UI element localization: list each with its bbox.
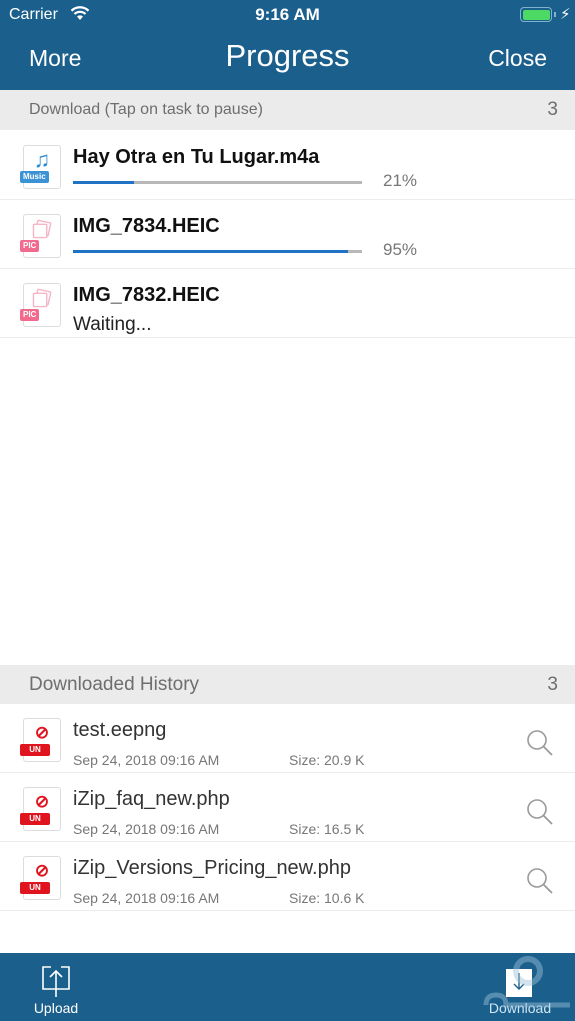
picture-icon [32, 288, 52, 308]
download-task-row[interactable]: PIC IMG_7834.HEIC 95% [0, 200, 575, 269]
file-type-badge: UN [20, 882, 50, 894]
search-icon[interactable] [525, 797, 555, 827]
download-label: Download [488, 1000, 552, 1016]
file-type-badge: UN [20, 813, 50, 825]
picture-file-icon: PIC [20, 283, 61, 327]
battery-level [522, 9, 550, 20]
search-icon[interactable] [525, 728, 555, 758]
history-section-count: 3 [547, 674, 558, 695]
bottom-toolbar: Upload Download [0, 953, 575, 1021]
history-section-label: Downloaded History [29, 674, 200, 695]
music-file-icon: ♫ Music [20, 145, 61, 189]
file-date: Sep 24, 2018 09:16 AM [73, 752, 220, 768]
history-row[interactable]: ⊘ UN test.eepng Sep 24, 2018 09:16 AM Si… [0, 704, 575, 773]
file-date: Sep 24, 2018 09:16 AM [73, 821, 220, 837]
status-bar: Carrier 9:16 AM ⚡︎ [0, 0, 575, 30]
prohibited-icon: ⊘ [34, 723, 50, 742]
file-date: Sep 24, 2018 09:16 AM [73, 890, 220, 906]
download-task-row[interactable]: PIC IMG_7832.HEIC Waiting... [0, 269, 575, 338]
picture-icon [32, 219, 52, 239]
file-size: Size: 10.6 K [289, 890, 365, 906]
history-section-header: Downloaded History 3 [0, 665, 575, 704]
close-button[interactable]: Close [488, 45, 547, 72]
file-size: Size: 20.9 K [289, 752, 365, 768]
charging-icon: ⚡︎ [560, 6, 571, 23]
prohibited-icon: ⊘ [34, 861, 50, 880]
battery-icon [520, 7, 552, 22]
progress-fill [73, 250, 348, 253]
battery-tip [554, 12, 556, 17]
music-note-icon: ♫ [33, 147, 51, 172]
download-section-header: Download (Tap on task to pause) 3 [0, 90, 575, 130]
history-row[interactable]: ⊘ UN iZip_faq_new.php Sep 24, 2018 09:16… [0, 773, 575, 842]
file-type-badge: PIC [20, 309, 40, 321]
top-bar: Carrier 9:16 AM ⚡︎ More Progress Close [0, 0, 575, 90]
task-status: Waiting... [73, 314, 152, 335]
unknown-file-icon: ⊘ UN [20, 787, 61, 831]
status-time: 9:16 AM [255, 5, 320, 24]
file-name: IMG_7832.HEIC [73, 284, 220, 306]
file-name: Hay Otra en Tu Lugar.m4a [73, 146, 320, 168]
file-type-badge: Music [20, 171, 49, 183]
unknown-file-icon: ⊘ UN [20, 718, 61, 762]
file-name: IMG_7834.HEIC [73, 215, 220, 237]
file-type-badge: PIC [20, 240, 40, 252]
progress-fill [73, 181, 134, 184]
download-icon [506, 969, 532, 997]
upload-icon [42, 966, 70, 997]
progress-screen: Carrier 9:16 AM ⚡︎ More Progress Close D… [0, 0, 575, 1021]
download-button[interactable]: Download [482, 959, 558, 1019]
download-section-label: Download (Tap on task to pause) [29, 101, 263, 118]
search-icon[interactable] [525, 866, 555, 896]
progress-percent: 21% [383, 171, 418, 190]
more-button[interactable]: More [29, 45, 81, 72]
download-task-row[interactable]: ♫ Music Hay Otra en Tu Lugar.m4a 21% [0, 131, 575, 200]
file-type-badge: UN [20, 744, 50, 756]
progress-bar [73, 250, 362, 253]
picture-file-icon: PIC [20, 214, 61, 258]
unknown-file-icon: ⊘ UN [20, 856, 61, 900]
file-name: iZip_Versions_Pricing_new.php [73, 857, 351, 879]
progress-percent: 95% [383, 240, 418, 259]
prohibited-icon: ⊘ [34, 792, 50, 811]
history-row[interactable]: ⊘ UN iZip_Versions_Pricing_new.php Sep 2… [0, 842, 575, 911]
file-name: test.eepng [73, 719, 167, 741]
upload-button[interactable]: Upload [28, 959, 84, 1019]
file-name: iZip_faq_new.php [73, 788, 230, 810]
progress-bar [73, 181, 362, 184]
file-size: Size: 16.5 K [289, 821, 365, 837]
download-section-count: 3 [547, 99, 558, 120]
upload-label: Upload [33, 1000, 79, 1016]
